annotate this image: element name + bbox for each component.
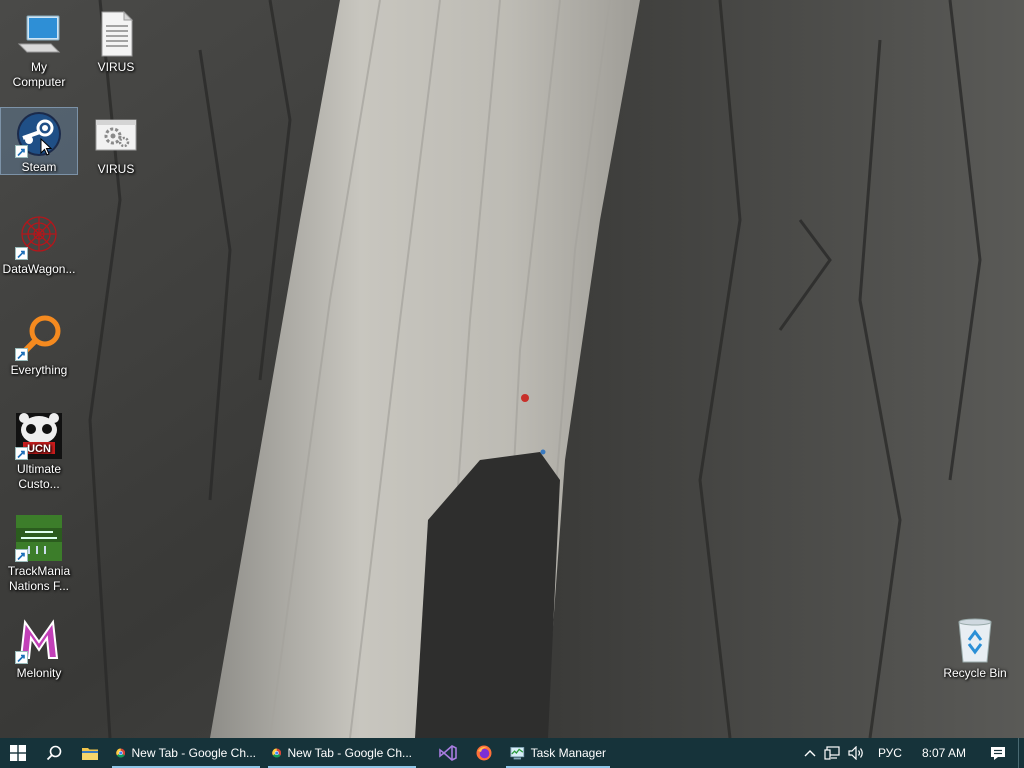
windows-icon [10,745,26,761]
settings-file-icon [92,112,140,160]
start-button[interactable] [0,738,36,768]
search-icon [46,745,62,761]
search-button[interactable] [36,738,72,768]
melonity-icon [15,616,63,664]
shortcut-arrow-icon [15,348,28,361]
folder-icon [82,748,98,760]
task-manager-icon [510,747,525,760]
mouse-cursor-icon [40,138,52,156]
taskbar-app-label: New Tab - Google Ch... [287,746,412,760]
ucn-icon: UCN [15,412,63,460]
everything-search-icon [15,313,63,361]
desktop-icon-virus-settings[interactable]: VIRUS [78,110,154,177]
file-explorer-button[interactable] [72,738,108,768]
desktop-icon-label: VIRUS [97,162,135,176]
desktop-icon-my-computer[interactable]: My Computer [1,8,77,90]
taskbar-app-chrome-2[interactable]: New Tab - Google Ch... [264,738,420,768]
shortcut-arrow-icon [15,549,28,562]
shortcut-arrow-icon [15,145,28,158]
desktop-icon-trackmania[interactable]: TrackMania Nations F... [1,512,77,594]
desktop-icon-label: My Computer [12,60,66,89]
notification-icon [991,746,1005,760]
svg-text:UCN: UCN [27,443,51,455]
datawagon-icon [15,212,63,260]
text-file-icon [92,10,140,58]
show-hidden-icons-button[interactable] [800,738,820,768]
trackmania-icon [15,514,63,562]
taskbar: New Tab - Google Ch... New Tab - Google … [0,738,1024,768]
desktop-icon-ultimate-custom-night[interactable]: UCN Ultimate Custo... [1,410,77,492]
shortcut-arrow-icon [15,651,28,664]
chevron-up-icon [804,750,816,757]
show-desktop-button[interactable] [1018,738,1024,768]
taskbar-app-label: Task Manager [530,746,606,760]
desktop-icon-datawagon[interactable]: DataWagon... [1,210,77,277]
computer-icon [15,10,63,58]
chrome-icon [272,748,282,758]
desktop-icon-steam[interactable]: Steam [0,107,78,175]
input-language-indicator[interactable]: РУС [870,746,910,760]
desktop-icon-label: Recycle Bin [943,666,1007,680]
clock[interactable]: 8:07 AM [910,746,978,760]
desktop-icon-label: DataWagon... [2,262,76,276]
firefox-icon [476,745,492,761]
desktop-icon-label: Ultimate Custo... [16,462,61,491]
desktop-icon-label: VIRUS [97,60,135,74]
desktop-icon-recycle-bin[interactable]: Recycle Bin [937,614,1013,681]
network-icon [824,746,840,760]
taskbar-app-task-manager[interactable]: Task Manager [502,738,614,768]
desktop-icon-label: TrackMania Nations F... [7,564,71,593]
volume-button[interactable] [844,738,870,768]
shortcut-arrow-icon [15,247,28,260]
taskbar-app-chrome-1[interactable]: New Tab - Google Ch... [108,738,264,768]
steam-icon [15,110,63,158]
visual-studio-icon [439,745,457,761]
desktop-icon-virus-text[interactable]: VIRUS [78,8,154,75]
desktop-icon-melonity[interactable]: Melonity [1,614,77,681]
desktop-icon-everything[interactable]: Everything [1,311,77,378]
speaker-icon [848,746,863,760]
chrome-icon [116,748,126,758]
recycle-bin-icon [951,616,999,664]
action-center-button[interactable] [978,738,1018,768]
taskbar-app-firefox[interactable] [466,738,502,768]
taskbar-app-label: New Tab - Google Ch... [131,746,256,760]
taskbar-app-visual-studio[interactable] [430,738,466,768]
network-button[interactable] [820,738,844,768]
shortcut-arrow-icon [15,447,28,460]
system-tray: РУС 8:07 AM [800,738,1024,768]
